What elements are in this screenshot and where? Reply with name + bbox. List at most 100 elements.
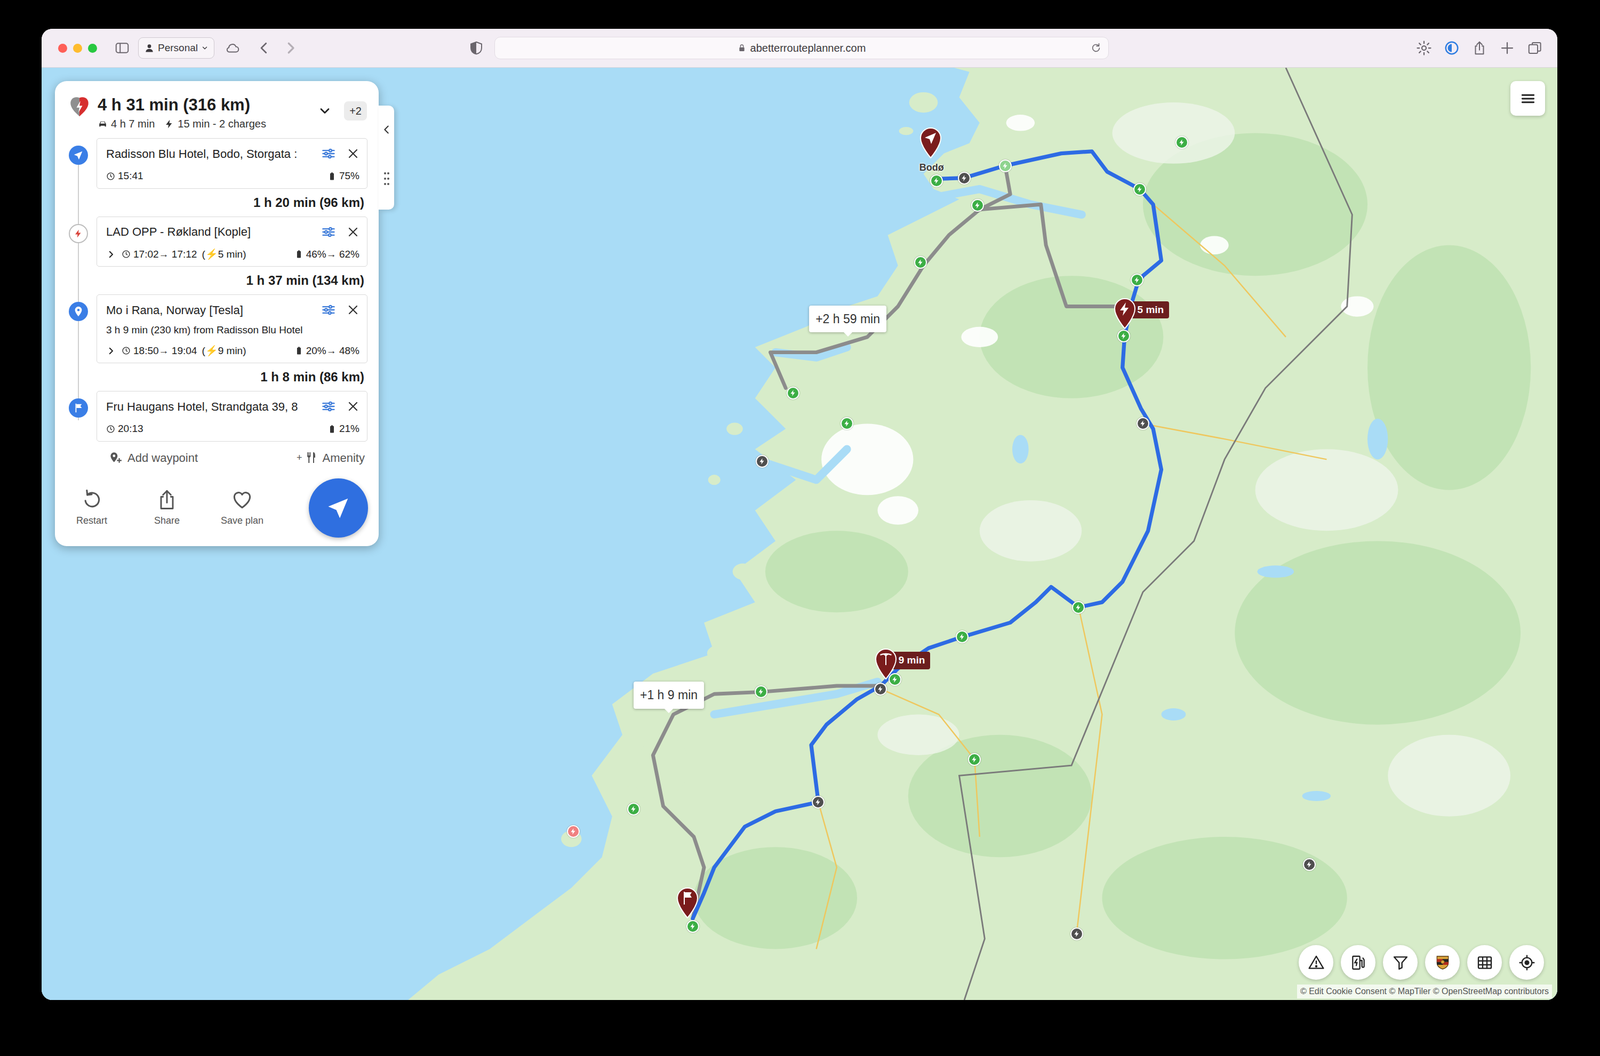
map-tool-button[interactable] — [1425, 945, 1460, 980]
share-button[interactable]: Share — [137, 488, 197, 528]
charger-marker[interactable] — [1133, 182, 1147, 196]
alternatives-count[interactable]: +2 — [344, 101, 367, 121]
alternative-route — [979, 204, 1123, 307]
collapse-chevron-icon[interactable] — [380, 123, 393, 136]
map-tool-button[interactable] — [1340, 945, 1376, 980]
charger-marker[interactable] — [1175, 136, 1189, 149]
expand-chevron-icon[interactable] — [106, 346, 116, 356]
url-text[interactable]: abetterrouteplanner.com — [750, 40, 867, 56]
zoom-button[interactable] — [88, 43, 98, 53]
tab-overview-icon[interactable] — [1526, 40, 1543, 56]
amenity-plus[interactable]: + — [296, 450, 303, 466]
charger-marker[interactable] — [874, 682, 887, 696]
bolt-icon — [973, 201, 982, 210]
destination-flag-icon[interactable] — [676, 887, 699, 919]
charger-marker[interactable] — [840, 417, 854, 430]
action-label[interactable]: Share — [154, 513, 180, 528]
map-tool-button[interactable] — [1298, 945, 1334, 980]
alternative-route — [652, 685, 881, 919]
action-label[interactable]: Restart — [76, 513, 108, 528]
charger-marker[interactable] — [971, 198, 984, 212]
amenity-label[interactable]: Amenity — [322, 449, 365, 467]
route-alternative-callout[interactable]: +2 h 59 min — [809, 305, 887, 333]
remove-stop-icon[interactable] — [346, 400, 360, 413]
route-map[interactable]: Bodø5 min9 min+2 h 59 min+1 h 9 min© Edi… — [41, 67, 1558, 1000]
stop-settings-icon[interactable] — [321, 146, 336, 162]
stop-name[interactable]: Fru Haugans Hotel, Strandgata 39, 8 — [106, 397, 311, 416]
origin-pin-icon[interactable] — [919, 127, 942, 159]
remove-stop-icon[interactable] — [346, 225, 360, 239]
extension-gear-icon[interactable] — [1416, 40, 1432, 56]
sidebar-icon[interactable] — [114, 40, 131, 56]
stop-card[interactable]: Mo i Rana, Norway [Tesla]3 h 9 min (230 … — [96, 294, 368, 364]
stop-name[interactable]: Mo i Rana, Norway [Tesla] — [106, 301, 311, 319]
stop-name[interactable]: Radisson Blu Hotel, Bodo, Storgata : — [106, 145, 311, 163]
charger-marker[interactable] — [930, 174, 943, 188]
bolt-icon — [1001, 162, 1010, 170]
amenity-button[interactable]: + Amenity — [296, 449, 365, 467]
charger-marker[interactable] — [1070, 927, 1084, 941]
charger-marker[interactable] — [566, 825, 580, 838]
new-tab-icon[interactable] — [1499, 40, 1516, 56]
profile-name[interactable]: Personal — [157, 40, 198, 56]
start-navigation-button[interactable] — [308, 478, 368, 538]
map-attribution[interactable]: © Edit Cookie Consent © MapTiler © OpenS… — [1297, 984, 1552, 999]
leg-summary: 1 h 37 min (134 km) — [96, 266, 368, 295]
privacy-shield-icon[interactable] — [468, 40, 485, 56]
charger-marker[interactable] — [786, 386, 800, 400]
expand-chevron-icon[interactable] — [106, 249, 116, 260]
address-bar[interactable]: abetterrouteplanner.com — [494, 36, 1109, 60]
restart-button[interactable]: Restart — [62, 488, 122, 528]
profile-button[interactable]: Personal — [138, 37, 215, 59]
drag-handle-icon[interactable] — [382, 170, 391, 187]
stop-card[interactable]: Radisson Blu Hotel, Bodo, Storgata :15:4… — [96, 138, 368, 189]
charger-marker[interactable] — [1117, 329, 1131, 343]
share-icon[interactable] — [1471, 40, 1488, 56]
cloud-icon[interactable] — [224, 40, 241, 56]
map-tool-button[interactable] — [1509, 945, 1544, 980]
charger-marker[interactable] — [1136, 417, 1150, 430]
menu-button[interactable] — [1510, 81, 1546, 116]
minimize-button[interactable] — [73, 43, 83, 53]
route-alternative-callout[interactable]: +1 h 9 min — [633, 681, 704, 709]
add-waypoint-button[interactable]: Add waypoint — [108, 449, 198, 467]
reload-icon[interactable] — [1090, 42, 1102, 54]
extension-icon[interactable] — [1443, 40, 1460, 56]
charger-marker[interactable] — [1072, 601, 1085, 614]
stop-settings-icon[interactable] — [321, 224, 336, 240]
plan-expand-icon[interactable] — [317, 103, 333, 119]
alternative-route — [770, 165, 1011, 389]
back-icon[interactable] — [256, 40, 272, 56]
charger-marker[interactable] — [888, 673, 902, 686]
charger-marker[interactable] — [755, 454, 769, 468]
tesla-pin-icon[interactable] — [874, 648, 898, 680]
charger-marker[interactable] — [914, 256, 927, 269]
charger-pin-icon[interactable] — [1113, 298, 1136, 330]
collapse-tab[interactable] — [378, 105, 395, 210]
close-button[interactable] — [58, 43, 68, 53]
charger-marker[interactable] — [955, 630, 969, 644]
stop-settings-icon[interactable] — [321, 302, 336, 318]
forward-icon[interactable] — [282, 40, 299, 56]
remove-stop-icon[interactable] — [346, 303, 360, 317]
charger-marker[interactable] — [957, 171, 971, 185]
charger-marker[interactable] — [627, 802, 640, 816]
battery-level: 46%→ 62% — [306, 246, 360, 263]
stop-settings-icon[interactable] — [321, 398, 336, 414]
charger-marker[interactable] — [968, 753, 981, 766]
charger-marker[interactable] — [811, 795, 825, 809]
remove-stop-icon[interactable] — [346, 147, 360, 160]
charger-marker[interactable] — [1130, 273, 1144, 287]
map-tool-button[interactable] — [1382, 945, 1418, 980]
add-waypoint-label[interactable]: Add waypoint — [127, 449, 198, 467]
save-plan-button[interactable]: Save plan — [212, 488, 272, 528]
stop-name[interactable]: LAD OPP - Røkland [Kople] — [106, 222, 311, 241]
action-label[interactable]: Save plan — [220, 513, 264, 528]
stop-card[interactable]: Fru Haugans Hotel, Strandgata 39, 820:13… — [96, 390, 368, 442]
stop-card[interactable]: LAD OPP - Røkland [Kople]17:02→ 17:12(⚡5… — [96, 216, 368, 268]
charger-marker[interactable] — [1302, 858, 1316, 871]
charger-marker[interactable] — [754, 685, 768, 699]
charger-marker[interactable] — [998, 159, 1012, 173]
charger-marker[interactable] — [686, 920, 700, 933]
map-tool-button[interactable] — [1467, 945, 1502, 980]
